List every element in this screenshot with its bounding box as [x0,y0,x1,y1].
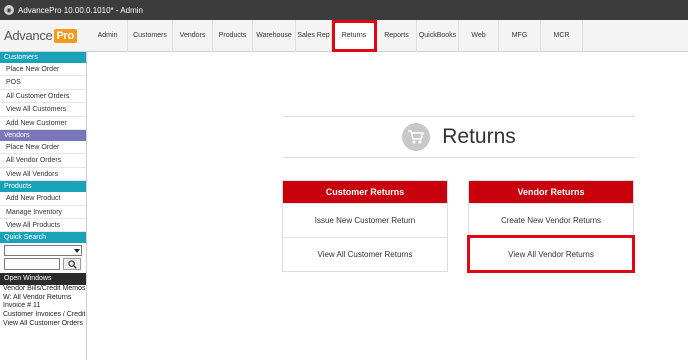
tab-admin[interactable]: Admin [88,19,128,52]
nav-tabs: Admin Customers Vendors Products Warehou… [88,19,583,52]
view-all-vendor-returns-link[interactable]: View All Vendor Returns [467,235,635,273]
sidebar-item-add-new-customer[interactable]: Add New Customer [0,117,86,130]
tab-mcr[interactable]: MCR [541,19,583,52]
page-header: Returns [283,116,635,158]
issue-new-customer-return-link[interactable]: Issue New Customer Return [283,203,447,237]
page-title: Returns [442,125,516,148]
quick-search-button[interactable] [63,258,81,271]
sidebar: Customers Place New Order POS All Custom… [0,52,87,360]
view-all-customer-returns-link[interactable]: View All Customer Returns [283,237,447,271]
sidebar-item-pos[interactable]: POS [0,76,86,90]
open-window-item[interactable]: W: All Vendor Returns [0,294,86,303]
tab-mfg[interactable]: MFG [499,19,541,52]
sidebar-item-manage-inventory[interactable]: Manage Inventory [0,206,86,219]
sidebar-header-vendors: Vendors [0,129,86,141]
tab-reports[interactable]: Reports [377,19,417,52]
cart-icon [402,123,431,151]
sidebar-item-view-all-customers[interactable]: View All Customers [0,103,86,117]
sidebar-item-view-all-products[interactable]: View All Products [0,219,86,233]
quick-search-type-select[interactable] [4,245,82,257]
sidebar-header-quick-search: Quick Search [0,232,86,244]
sidebar-item-place-new-order[interactable]: Place New Order [0,63,86,77]
main-content: Returns Customer Returns Issue New Custo… [88,52,688,360]
tab-returns[interactable]: Returns [332,19,377,52]
sidebar-item-place-new-vendor-order[interactable]: Place New Order [0,141,86,155]
vendor-returns-card: Vendor Returns Create New Vendor Returns… [467,180,635,273]
customer-returns-card: Customer Returns Issue New Customer Retu… [282,180,448,272]
customer-returns-header: Customer Returns [283,181,447,203]
top-navigation: Advance Pro Admin Customers Vendors Prod… [0,19,688,52]
app-icon: ◉ [4,5,14,15]
logo: Advance Pro [0,20,88,52]
logo-text: Advance [4,28,53,43]
open-window-item[interactable]: Invoice # 11 [0,302,86,311]
logo-badge: Pro [53,28,77,43]
open-window-item[interactable]: View All Customer Orders [0,320,86,329]
sidebar-header-products: Products [0,181,86,193]
open-windows-header: Open Windows [0,273,86,286]
quick-search-panel [0,243,86,272]
tab-web[interactable]: Web [459,19,499,52]
tab-warehouse[interactable]: Warehouse [253,19,296,52]
tab-products[interactable]: Products [213,19,253,52]
tab-sales-rep[interactable]: Sales Rep [296,19,332,52]
sidebar-header-customers: Customers [0,52,86,63]
vendor-returns-header: Vendor Returns [469,181,633,203]
tab-quickbooks[interactable]: QuickBooks [417,19,459,52]
tab-vendors[interactable]: Vendors [173,19,213,52]
open-window-item[interactable]: Vendor Bills/Credit Memos [0,285,86,294]
open-window-item[interactable]: Customer Invoices / Credit I [0,311,86,320]
quick-search-input[interactable] [4,258,60,271]
sidebar-item-view-all-vendors[interactable]: View All Vendors [0,168,86,182]
window-title: AdvancePro 10.00.0.1010* - Admin [18,5,143,15]
sidebar-item-all-vendor-orders[interactable]: All Vendor Orders [0,154,86,168]
sidebar-item-all-customer-orders[interactable]: All Customer Orders [0,90,86,104]
tab-customers[interactable]: Customers [128,19,173,52]
sidebar-item-add-new-product[interactable]: Add New Product [0,192,86,206]
title-bar: ◉ AdvancePro 10.00.0.1010* - Admin [0,0,688,20]
chevron-down-icon [74,249,80,254]
create-new-vendor-returns-link[interactable]: Create New Vendor Returns [469,203,633,237]
search-icon [67,260,77,269]
